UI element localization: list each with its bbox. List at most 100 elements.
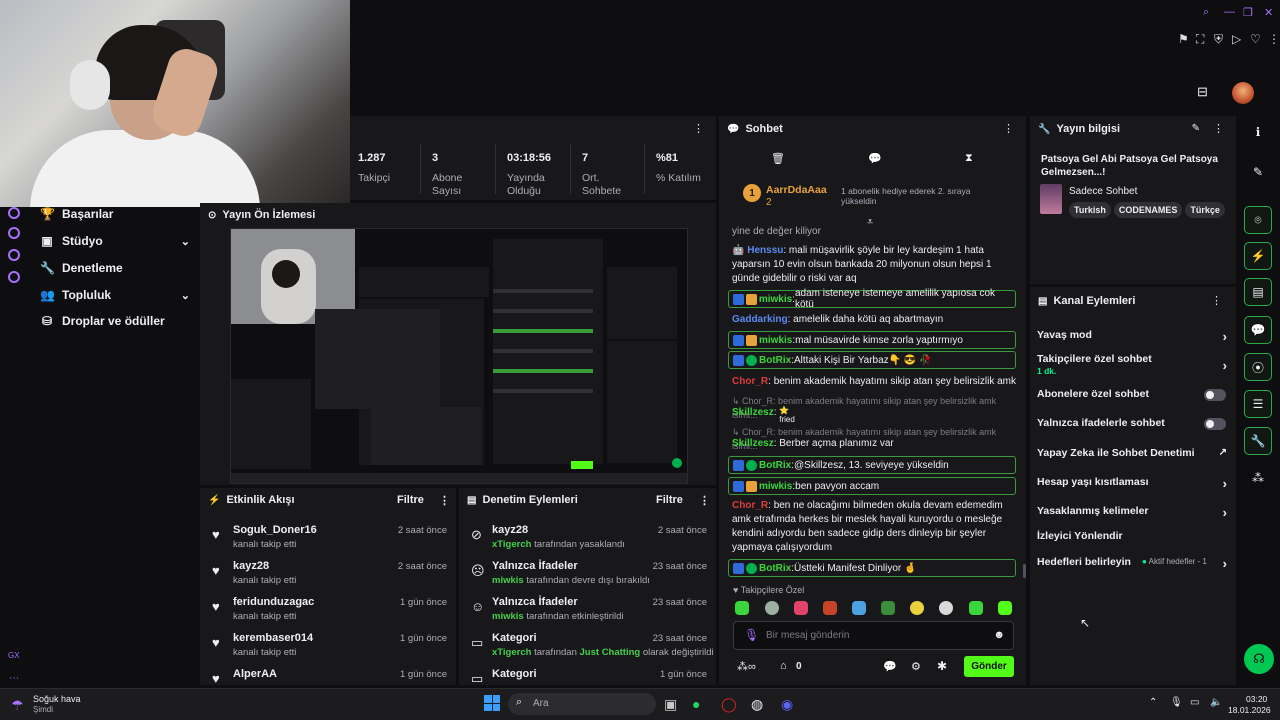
action-goals[interactable]: Hedefleri belirleyin ● Aktif hedefler - 1… [1037,556,1227,571]
chat-bubble-icon[interactable]: 💬 [868,152,882,165]
windows-start-icon[interactable] [484,695,500,711]
mod-row[interactable]: ☺ Yalnızca İfadeler miwkis tarafından etki… [459,594,716,630]
restore-icon[interactable]: ❐ [1243,6,1253,19]
search-icon[interactable]: ⌕ [1203,6,1209,19]
gx-icon[interactable]: GX [8,651,20,660]
rail-settings-icon[interactable] [8,271,20,283]
mod-filter-button[interactable]: Filtre [656,488,683,512]
action-followers-only[interactable]: Takipçilere özel sohbet 1 dk. › [1037,353,1227,377]
heart-icon[interactable]: ♡ [1250,32,1261,46]
mod-row[interactable]: ⊘ kayz28 xTigerch tarafından yasaklandı 2 s… [459,522,716,558]
tray-chevron-icon[interactable]: ⌃ [1149,697,1157,708]
pencil-icon[interactable]: ✎ [1244,158,1272,186]
broadcast-icon[interactable]: ⦿ [1244,353,1272,381]
shield-icon[interactable]: ⛨ [1214,32,1223,47]
mod-row[interactable]: ☹ Yalnızca İfadeler miwkis tarafından devr… [459,558,716,594]
tag[interactable]: Türkçe [1185,202,1225,218]
emote[interactable] [910,601,924,615]
action-account-age[interactable]: Hesap yaşı kısıtlaması › [1037,476,1227,491]
wrench-icon[interactable]: 🔧 [1244,427,1272,455]
clock-date[interactable]: 18.01.2026 [1228,705,1271,715]
preview-screen[interactable] [230,228,688,484]
users-icon[interactable]: ⁂∞ [737,660,756,673]
emote[interactable] [823,601,837,615]
discord-icon[interactable]: ◉ [781,696,793,713]
emote-icon[interactable]: ✱ [937,659,947,673]
feed-row[interactable]: ♥ AlperAA 1 gün önce [200,666,456,685]
category-thumbnail[interactable] [1040,184,1062,214]
more-icon[interactable]: ⋮ [693,122,704,135]
crop-icon[interactable]: ⛶ [1196,32,1204,47]
task-view-icon[interactable]: ▣ [664,696,677,713]
edit-icon[interactable]: ✎ [1192,123,1200,134]
tag[interactable]: CODENAMES [1113,202,1183,218]
category-name[interactable]: Sadece Sohbet [1069,186,1137,197]
document-icon[interactable]: ▤ [1244,278,1272,306]
bookmark-icon[interactable]: ⚑ [1178,32,1189,46]
chat-scrollbar[interactable] [1023,564,1026,578]
nav-drops[interactable]: ⛁ Droplar ve ödüller [40,311,190,331]
emote[interactable] [939,601,953,615]
volume-icon[interactable]: 🔈 [1210,697,1222,708]
more-dots-icon[interactable]: ⋯ [9,673,19,684]
emote[interactable] [998,601,1012,615]
more-icon[interactable]: ⋮ [1003,122,1014,135]
emote-only-toggle[interactable] [1204,418,1226,430]
mod-row[interactable]: ▭ Kategori xTigerch tarafından Just Chatti… [459,630,716,666]
chat-icon[interactable]: 💬 [1244,316,1272,344]
tag[interactable]: Turkish [1069,202,1111,218]
more-icon[interactable]: ⋮ [439,488,450,512]
action-slow-mode[interactable]: Yavaş mod › [1037,329,1227,344]
play-icon[interactable]: ▷ [1232,32,1241,46]
opera-icon[interactable]: ◯ [721,696,737,713]
emote[interactable] [969,601,983,615]
action-ai-moderation[interactable]: Yapay Zeka ile Sohbet Denetimi ↗ [1037,447,1227,459]
more-icon[interactable]: ⋮ [1268,32,1280,46]
taskbar-search[interactable]: ⌕ Ara [508,693,656,715]
display-icon[interactable]: ▭ [1190,697,1199,708]
more-icon[interactable]: ⋮ [1211,294,1222,307]
steam-icon[interactable]: ◍ [751,696,763,713]
mod-row[interactable]: ▭ Kategori 1 gün önce [459,666,716,685]
rail-tool-icon[interactable] [8,249,20,261]
nav-studio[interactable]: ▣ Stüdyo ⌄ [40,231,190,251]
feed-filter-button[interactable]: Filtre [397,488,424,512]
nav-community[interactable]: 👥 Topluluk ⌄ [40,285,190,305]
bolt-icon[interactable]: ⚡ [1244,242,1272,270]
close-icon[interactable]: ✕ [1264,6,1273,19]
action-banned-words[interactable]: Yasaklanmış kelimeler › [1037,505,1227,520]
list-icon[interactable]: ☰ [1244,390,1272,418]
rail-circle-icon[interactable] [8,207,20,219]
mic-icon[interactable]: 🎙 [1170,697,1183,708]
weather-label[interactable]: Soğuk hava [33,694,81,704]
emote[interactable] [794,601,808,615]
emote[interactable] [765,601,779,615]
emote[interactable] [735,601,749,615]
gear-icon[interactable]: ⚙ [911,660,921,673]
gift-box-icon[interactable]: ⊟ [1197,84,1208,100]
support-icon[interactable]: ☊ [1244,644,1274,674]
chat-input[interactable]: 🎙 Bir mesaj gönderin ☻ [733,621,1014,650]
emoji-icon[interactable]: ☻ [993,629,1005,641]
gift-user[interactable]: AarrDdaAaa [766,184,827,196]
rail-clock-icon[interactable] [8,227,20,239]
info-icon[interactable]: ℹ [1244,118,1272,146]
emote[interactable] [881,601,895,615]
send-button[interactable]: Gönder [964,656,1014,677]
community-icon[interactable]: ⁂ [1244,464,1272,492]
chat-settings-bubble-icon[interactable]: 💬 [883,660,897,673]
feed-row[interactable]: ♥ kayz28 kanalı takip etti 2 saat önce [200,558,456,594]
action-raid[interactable]: İzleyici Yönlendir [1037,530,1227,542]
more-icon[interactable]: ⋮ [1213,122,1224,135]
trash-icon[interactable]: 🗑 [771,152,785,165]
nav-moderation[interactable]: 🔧 Denetleme [40,258,190,278]
feed-row[interactable]: ♥ kerembaser014 kanalı takip etti 1 gün önc… [200,630,456,666]
emote[interactable] [852,601,866,615]
more-icon[interactable]: ⋮ [699,488,710,512]
feed-row[interactable]: ♥ Soguk_Doner16 kanalı takip etti 2 saat ön… [200,522,456,558]
weather-icon[interactable]: ☂ [11,697,24,714]
sub-only-toggle[interactable] [1204,389,1226,401]
hourglass-icon[interactable]: ⧗ [965,152,973,165]
camera-icon[interactable]: ⌾ [1244,206,1272,234]
avatar[interactable] [1232,82,1254,104]
